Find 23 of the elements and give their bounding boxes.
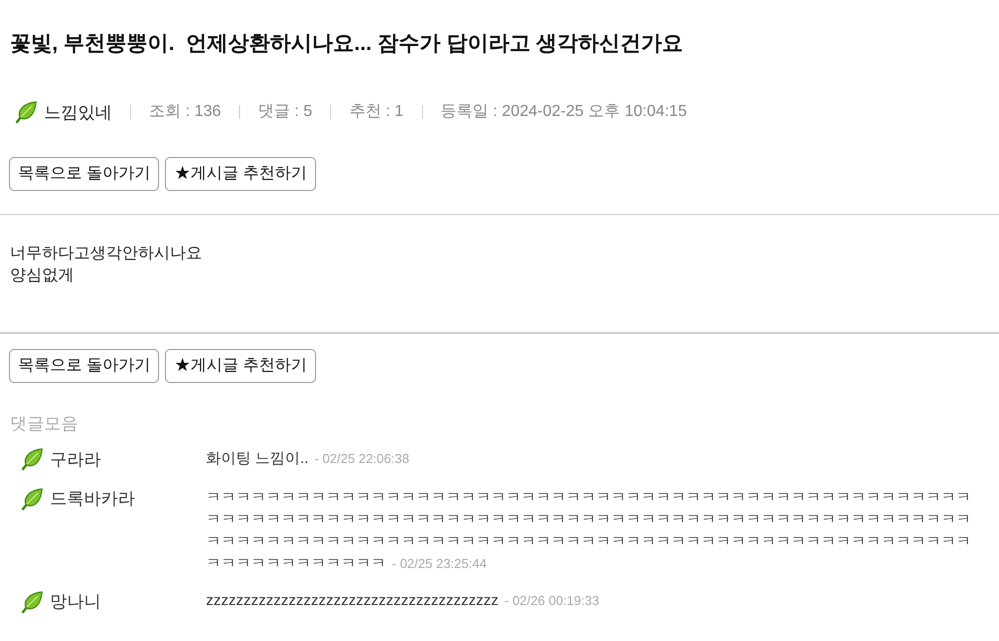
section-heading: 댓글모음 [9, 413, 79, 435]
comment-text: 화이팅 느낌이.. - 02/25 22:06:38 [206, 448, 410, 468]
action-button[interactable]: ★게시글 추천하기 [165, 157, 316, 191]
commenter-name: 구라라 [50, 448, 101, 470]
leaf-icon [20, 486, 44, 511]
post-stat: 등록일 : 2024-02-25 오후 10:04:15 [440, 102, 687, 122]
action-button[interactable]: 목록으로 돌아가기 [9, 157, 160, 191]
comment-text: ㅋㅋㅋㅋㅋㅋㅋㅋㅋㅋㅋㅋㅋㅋㅋㅋㅋㅋㅋㅋㅋㅋㅋㅋㅋㅋㅋㅋㅋㅋㅋㅋㅋㅋㅋㅋㅋㅋㅋㅋㅋㅋㅋㅋㅋㅋㅋㅋㅋㅋㅋㅋㅋㅋㅋㅋㅋㅋㅋㅋㅋㅋㅋㅋㅋㅋㅋㅋㅋㅋㅋㅋㅋㅋㅋㅋㅋㅋㅋㅋㅋㅋㅋㅋㅋㅋㅋㅋㅋㅋㅋㅋㅋㅋㅋㅋㅋㅋㅋㅋㅋㅋㅋㅋㅋㅋㅋㅋㅋㅋㅋㅋㅋㅋㅋㅋㅋㅋㅋㅋㅋㅋㅋㅋㅋㅋㅋㅋㅋㅋㅋㅋㅋㅋㅋㅋㅋㅋㅋㅋㅋㅋㅋㅋㅋㅋㅋㅋㅋㅋㅋㅋㅋㅋㅋㅋㅋㅋㅋㅋㅋㅋㅋㅋㅋ - 02/25 23:25:44 [206, 488, 972, 574]
author-name: 느낌있네 [44, 102, 112, 124]
body-text: 너무하다고생각안하시나요 [10, 244, 203, 264]
post-stat: 추천 : 1 [349, 102, 404, 122]
commenter-name: 망나니 [50, 591, 101, 613]
post-title: 꽃빛, 부천뿡뿡이. 언제상환하시나요... 잠수가 답이라고 생각하신건가요 [9, 31, 684, 57]
body-text: 양심없게 [10, 266, 75, 286]
action-button[interactable]: 목록으로 돌아가기 [9, 349, 160, 383]
post-stat: 조회 : 136 [149, 102, 222, 122]
leaf-icon [14, 100, 38, 124]
action-button[interactable]: ★게시글 추천하기 [165, 349, 316, 383]
commenter-name: 드록바카라 [50, 488, 135, 510]
post-stat: 댓글 : 5 [258, 102, 312, 122]
comment-text: zzzzzzzzzzzzzzzzzzzzzzzzzzzzzzzzzzzzzzz - 02/26 00:19:33 [206, 591, 600, 611]
leaf-icon [20, 447, 44, 472]
leaf-icon [20, 590, 44, 614]
